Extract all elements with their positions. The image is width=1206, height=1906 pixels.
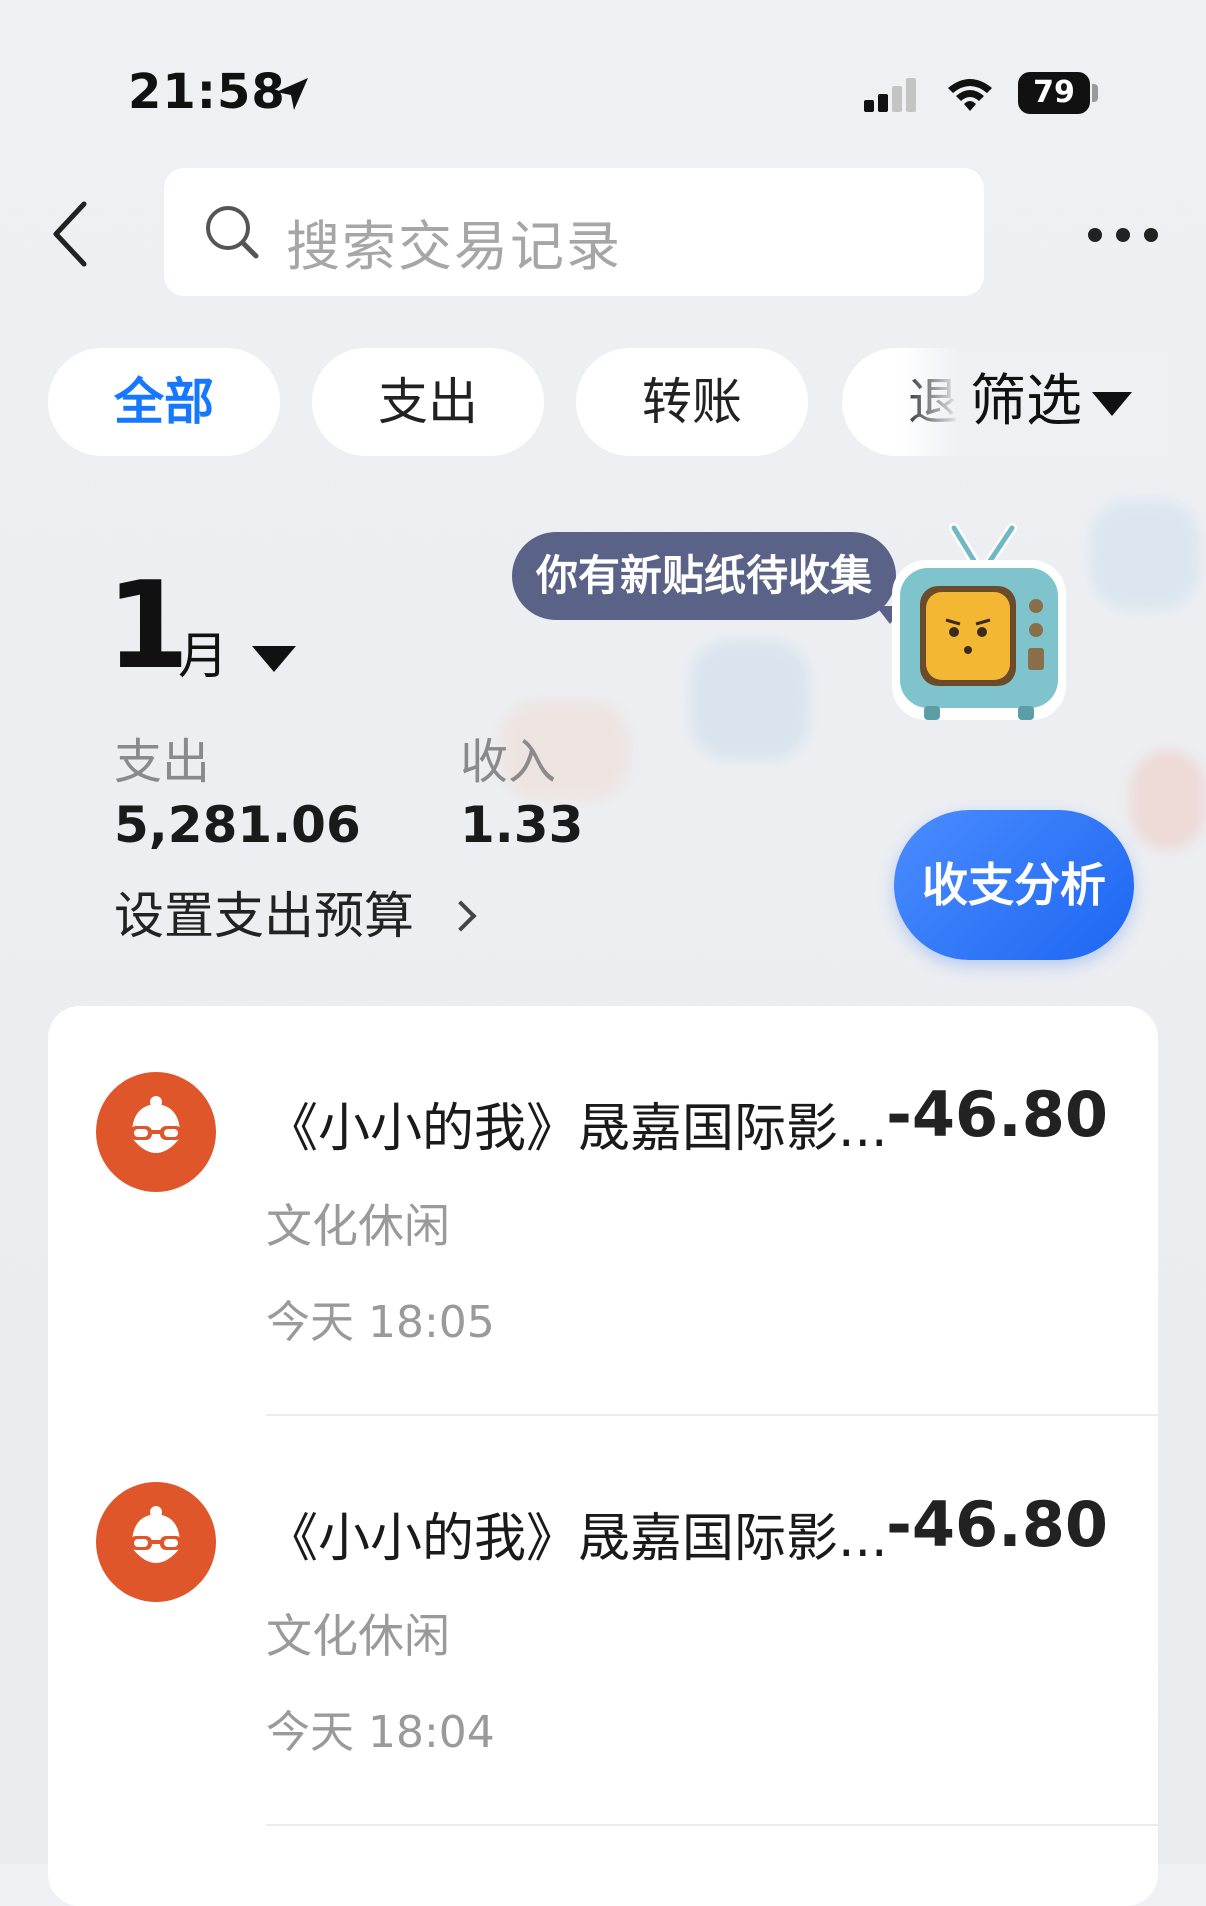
back-button[interactable]: [40, 196, 100, 272]
divider: [266, 1824, 1158, 1826]
more-dot-icon: [1144, 228, 1158, 242]
expense-value: 5,281.06: [114, 796, 361, 854]
tab-expense[interactable]: 支出: [312, 348, 544, 456]
battery-indicator: 79: [1018, 72, 1098, 114]
status-time: 21:58: [128, 64, 286, 120]
search-icon: [206, 206, 259, 259]
transaction-category: 文化休闲: [266, 1199, 450, 1253]
expense-label: 支出: [114, 734, 211, 790]
battery-tip: [1092, 84, 1098, 102]
month-unit: 月: [178, 627, 228, 685]
transaction-time: 今天 18:05: [266, 1297, 495, 1348]
search-placeholder: 搜索交易记录: [286, 215, 622, 278]
transaction-title: 《小小的我》晟嘉国际影...: [266, 1509, 888, 1569]
background-decoration: [690, 640, 810, 760]
location-arrow-icon: [276, 78, 308, 110]
tab-transfer[interactable]: 转账: [576, 348, 808, 456]
merchant-glasses-icon: [96, 1072, 216, 1192]
transaction-list: 《小小的我》晟嘉国际影... -46.80 文化休闲 今天 18:05 《小小的…: [48, 1006, 1158, 1906]
set-budget-link[interactable]: 设置支出预算: [114, 876, 477, 948]
cellular-signal-icon: [864, 78, 916, 112]
tab-all[interactable]: 全部: [48, 348, 280, 456]
merchant-glasses-icon: [96, 1482, 216, 1602]
income-value: 1.33: [460, 796, 584, 854]
income-label: 收入: [460, 734, 557, 790]
more-dot-icon: [1088, 228, 1102, 242]
search-input[interactable]: 搜索交易记录: [164, 168, 984, 296]
transaction-row[interactable]: 《小小的我》晟嘉国际影... -46.80 文化休闲 今天 18:04: [48, 1416, 1158, 1826]
transaction-amount: -46.80: [886, 1078, 1108, 1151]
income-expense-analysis-button[interactable]: 收支分析: [894, 810, 1134, 960]
set-budget-label: 设置支出预算: [114, 887, 414, 945]
more-dot-icon: [1116, 228, 1130, 242]
wifi-icon: [948, 79, 992, 111]
transaction-row[interactable]: 《小小的我》晟嘉国际影... -46.80 文化休闲 今天 18:05: [48, 1006, 1158, 1416]
transaction-amount: -46.80: [886, 1488, 1108, 1561]
transaction-time: 今天 18:04: [266, 1707, 495, 1758]
tv-mascot-sticker-icon[interactable]: [884, 520, 1074, 730]
filter-tabs: 全部 支出 转账 退 筛选: [0, 348, 1206, 460]
tabs-fade-overlay: [900, 348, 960, 456]
transaction-category: 文化休闲: [266, 1609, 450, 1663]
filter-label: 筛选: [970, 369, 1082, 434]
month-number: 1: [106, 557, 190, 696]
more-options-button[interactable]: [1080, 210, 1164, 260]
background-decoration: [1090, 500, 1200, 610]
battery-level: 79: [1018, 72, 1090, 114]
sticker-notification-bubble[interactable]: 你有新贴纸待收集: [512, 532, 897, 620]
caret-down-icon: [1092, 392, 1132, 416]
status-bar: 21:58 79: [0, 0, 1206, 190]
background-decoration: [1130, 750, 1206, 850]
caret-down-icon: [252, 646, 296, 672]
transaction-title: 《小小的我》晟嘉国际影...: [266, 1099, 888, 1159]
filter-button[interactable]: 筛选: [956, 348, 1172, 456]
chevron-right-icon: [445, 900, 477, 932]
